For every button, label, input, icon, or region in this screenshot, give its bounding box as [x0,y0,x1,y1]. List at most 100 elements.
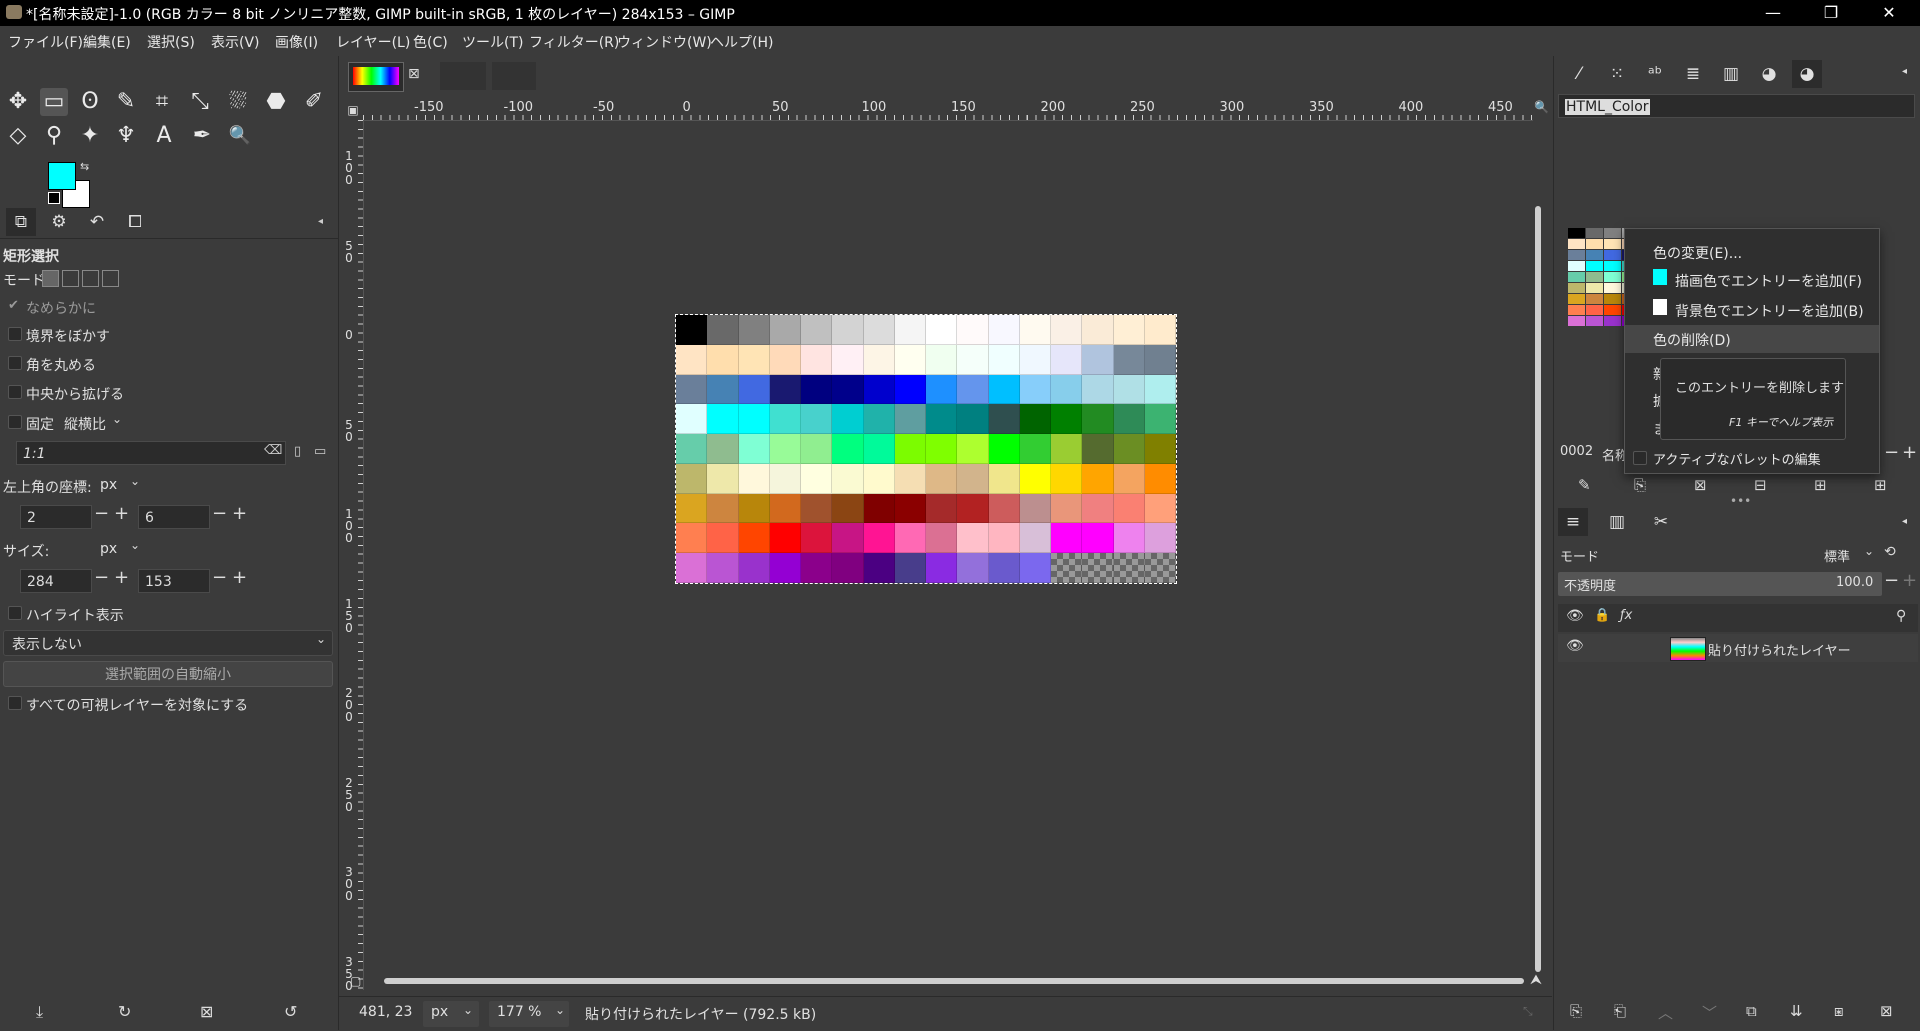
layer-name[interactable]: 貼り付けられたレイヤー [1708,640,1851,659]
mode-subtract-icon[interactable] [82,270,99,287]
new-layer-group-icon[interactable]: ⎗ [1614,1002,1626,1020]
bucket-fill-tool-icon[interactable]: ⬣ [262,88,290,116]
palette-swatch[interactable] [1586,272,1603,282]
merge-layer-icon[interactable]: ⇊ [1790,1002,1803,1020]
ratio-input[interactable]: 1:1 [16,441,286,465]
palette-swatch[interactable] [1604,272,1621,282]
clear-field-icon[interactable]: ⌫ [264,443,282,458]
palette-swatch[interactable] [1586,305,1603,315]
palette-swatch[interactable] [1568,283,1585,293]
palette-swatch[interactable] [1568,272,1585,282]
layer-mode-reset-icon[interactable]: ⟲ [1884,544,1896,560]
image-tab-2[interactable] [440,62,486,90]
opacity-slider[interactable]: 不透明度 100.0 [1558,572,1882,596]
save-options-icon[interactable]: ⤓ [36,1002,43,1022]
menu-delete-color[interactable]: 色の削除(D) [1653,330,1731,350]
lower-layer-icon[interactable]: ﹀ [1702,1002,1717,1023]
size-unit-select[interactable]: px [100,541,117,557]
antialias-check-icon[interactable]: ✔ [8,298,19,313]
palette-columns-decrease-icon[interactable]: − [1884,442,1899,463]
tab-gradients-icon[interactable]: ▥ [1716,60,1746,88]
menu-add-fg-entry[interactable]: 描画色でエントリーを追加(F) [1675,271,1862,291]
menu-add-bg-entry[interactable]: 背景色でエントリーを追加(B) [1675,301,1864,321]
delete-layer-icon[interactable]: ⊠ [1880,1002,1893,1020]
tab-tool-options-icon[interactable]: ⧉ [6,208,36,236]
new-layer-icon[interactable]: ⎘ [1570,1002,1582,1020]
mode-replace-icon[interactable] [42,270,59,287]
palette-swatch[interactable] [1586,261,1603,271]
position-unit-select[interactable]: px [100,477,117,493]
image-canvas[interactable] [675,314,1177,584]
move-tool-icon[interactable]: ✥ [4,88,32,116]
pos-y-increase-icon[interactable]: + [232,503,247,524]
tab-layers-icon[interactable]: ≡ [1558,508,1588,536]
fuzzy-select-tool-icon[interactable]: ✎ [112,88,140,116]
menu-file[interactable]: ファイル(F) [8,32,83,52]
pos-y-decrease-icon[interactable]: − [212,503,227,524]
palette-swatch[interactable] [1604,316,1621,326]
paintbrush-tool-icon[interactable]: ✐ [300,88,328,116]
menu-tools[interactable]: ツール(T) [462,32,523,52]
delete-color-icon[interactable]: ⊠ [1694,476,1707,494]
size-h-decrease-icon[interactable]: − [212,567,227,588]
warp-tool-icon[interactable]: ⛆ [224,88,252,116]
zoom-select[interactable]: 177 % ⌄ [489,1001,569,1027]
size-h-increase-icon[interactable]: + [232,567,247,588]
horizontal-scrollbar[interactable] [384,978,1524,984]
palette-swatch[interactable] [1604,250,1621,260]
navigate-icon[interactable]: ⮝ [1530,972,1542,988]
tab-images-icon[interactable]: ⧠ [120,208,150,236]
clone-tool-icon[interactable]: ⚲ [40,122,68,150]
palette-swatch[interactable] [1568,239,1585,249]
zoom-tool-icon[interactable]: 🔍 [226,122,254,150]
reset-options-icon[interactable]: ↺ [284,1002,297,1021]
image-tab-thumbnail[interactable] [348,62,404,92]
palette-swatch[interactable] [1568,228,1585,238]
menu-layer[interactable]: レイヤー(L) [336,32,410,52]
vertical-scrollbar[interactable] [1535,206,1541,972]
pos-y-input[interactable]: 6 [138,505,210,529]
fixed-mode-select[interactable]: 縦横比 [64,414,106,434]
palette-swatch[interactable] [1568,250,1585,260]
maximize-button[interactable]: ❐ [1802,0,1860,26]
opacity-decrease-icon[interactable]: − [1884,570,1899,591]
expand-center-checkbox[interactable] [8,385,22,399]
smudge-tool-icon[interactable]: ✦ [76,122,104,150]
raise-layer-icon[interactable]: ︿ [1658,1002,1673,1023]
menu-image[interactable]: 画像(I) [275,32,318,52]
edit-color-icon[interactable]: ✎ [1578,476,1591,494]
layer-mode-select[interactable]: 標準 [1824,546,1850,565]
fixed-checkbox[interactable] [8,415,22,429]
zoom-all-palette-icon[interactable]: ⊞ [1874,476,1887,494]
layers-dock-menu-icon[interactable]: ◂ [1902,516,1907,527]
size-unit-chevron-down-icon[interactable]: ⌄ [130,538,140,552]
lasso-tool-icon[interactable]: ʘ [76,88,104,116]
new-color-icon[interactable]: ⎘ [1634,476,1646,494]
landscape-icon[interactable]: ▭ [314,444,326,459]
palette-swatch[interactable] [1604,228,1621,238]
rect-select-tool-icon[interactable]: ▭ [40,88,68,116]
restore-options-icon[interactable]: ↻ [118,1002,131,1021]
pos-x-decrease-icon[interactable]: − [94,503,109,524]
auto-shrink-button[interactable]: 選択範囲の自動縮小 [3,661,333,687]
layer-mask-icon[interactable]: ⧆ [1834,1002,1844,1020]
palette-name-input[interactable]: HTML_Color [1558,94,1915,118]
default-colors-icon[interactable] [48,192,60,204]
palette-swatch[interactable] [1604,283,1621,293]
swap-colors-icon[interactable]: ⇆ [80,160,89,173]
palette-swatch[interactable] [1604,261,1621,271]
opacity-increase-icon[interactable]: + [1902,570,1917,591]
highlight-checkbox[interactable] [8,606,22,620]
dock-separator-handle[interactable]: ••• [1730,494,1751,508]
palette-swatch[interactable] [1568,316,1585,326]
merged-checkbox[interactable] [8,696,22,710]
unit-select[interactable]: px ⌄ [423,1001,479,1027]
tab-channels-icon[interactable]: ▥ [1602,508,1632,536]
palette-swatch[interactable] [1604,239,1621,249]
palette-columns-increase-icon[interactable]: + [1902,442,1917,463]
layer-mode-chevron-down-icon[interactable]: ⌄ [1864,544,1874,558]
size-w-input[interactable]: 284 [20,569,92,593]
color-picker-tool-icon[interactable]: ✒ [188,122,216,150]
pos-x-increase-icon[interactable]: + [114,503,129,524]
palette-swatch[interactable] [1604,294,1621,304]
